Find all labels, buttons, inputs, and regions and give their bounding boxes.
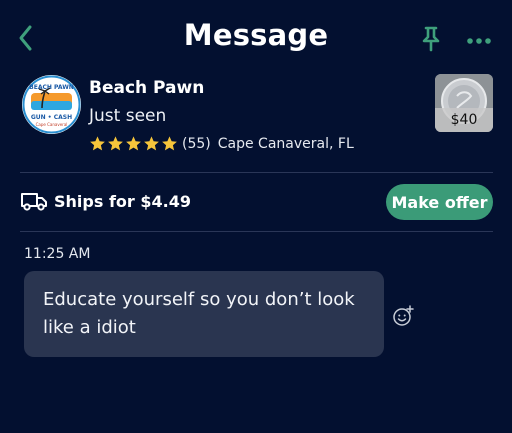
- svg-text:GUN • CASH: GUN • CASH: [31, 114, 72, 121]
- beach-pawn-logo: BEACH PAWN GUN • CASH Cape Canaveral: [22, 75, 81, 134]
- shipping-label: Ships for $4.49: [54, 191, 191, 211]
- listing-thumbnail[interactable]: $40: [435, 74, 493, 132]
- seller-name[interactable]: Beach Pawn: [89, 78, 204, 98]
- more-dots-icon: [467, 38, 491, 44]
- truck-icon: [21, 193, 47, 211]
- more-button[interactable]: [466, 32, 492, 44]
- seller-rating: (55) Cape Canaveral, FL: [89, 135, 354, 152]
- divider: [20, 172, 493, 173]
- rating-stars: [89, 135, 178, 152]
- rating-count: (55): [182, 135, 211, 152]
- seller-avatar[interactable]: BEACH PAWN GUN • CASH Cape Canaveral: [22, 75, 81, 134]
- star-icon: [144, 136, 159, 151]
- star-icon: [162, 136, 177, 151]
- pin-button[interactable]: [418, 24, 444, 52]
- star-icon: [90, 136, 105, 151]
- shipping-info: Ships for $4.49: [20, 191, 191, 211]
- listing-price: $40: [435, 108, 493, 132]
- add-reaction-icon: [393, 305, 414, 326]
- svg-text:BEACH PAWN: BEACH PAWN: [29, 84, 74, 91]
- message-bubble[interactable]: Educate yourself so you don’t look like …: [24, 271, 384, 357]
- pin-icon: [422, 26, 440, 52]
- star-icon: [126, 136, 141, 151]
- divider: [20, 231, 493, 232]
- svg-text:Cape Canaveral: Cape Canaveral: [36, 122, 68, 127]
- seller-status: Just seen: [89, 106, 167, 126]
- add-reaction-button[interactable]: [392, 305, 414, 327]
- seller-location: Cape Canaveral, FL: [217, 135, 354, 152]
- message-timestamp: 11:25 AM: [24, 246, 91, 262]
- make-offer-button[interactable]: Make offer: [386, 184, 493, 220]
- star-icon: [108, 136, 123, 151]
